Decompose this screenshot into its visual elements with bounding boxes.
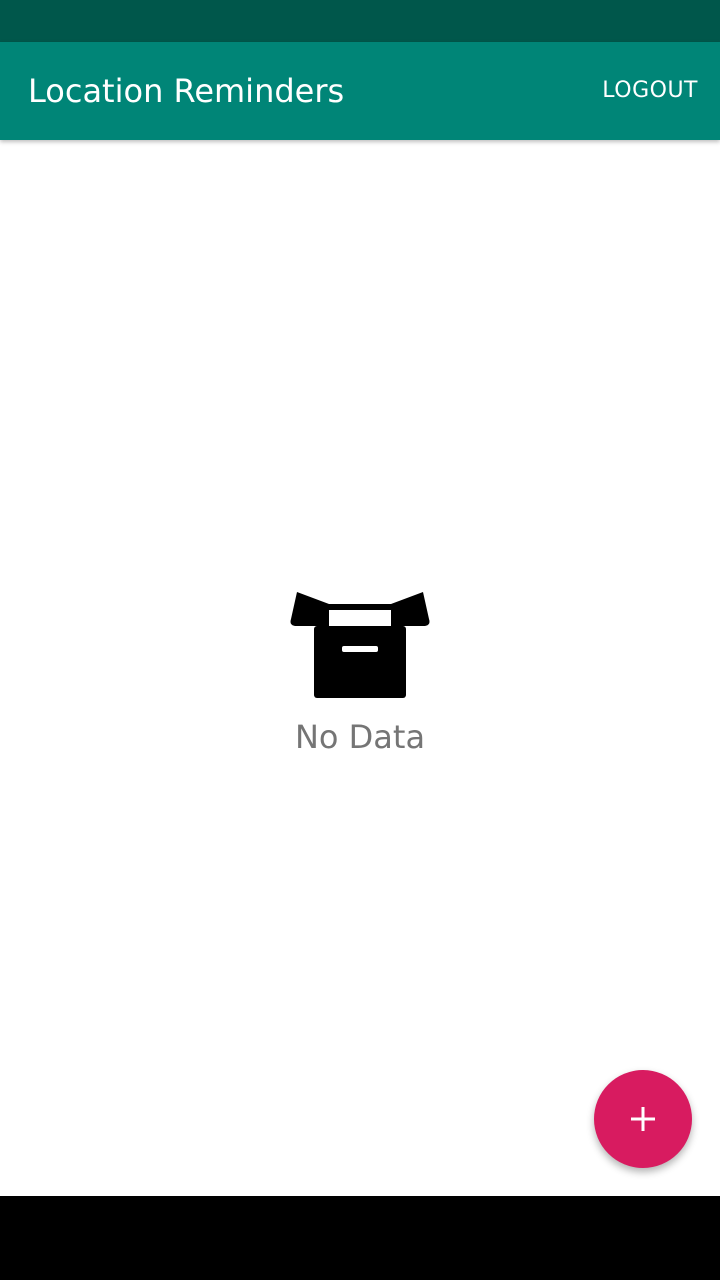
app-title: Location Reminders <box>28 72 345 110</box>
empty-state: No Data <box>0 588 720 756</box>
logout-button[interactable]: LOGOUT <box>602 42 698 140</box>
reminders-list-area: No Data <box>0 140 720 1196</box>
navigation-bar <box>0 1196 720 1280</box>
plus-icon <box>631 1107 655 1131</box>
add-reminder-button[interactable] <box>594 1070 692 1168</box>
app-bar: Location Reminders LOGOUT <box>0 42 720 140</box>
archive-box-icon <box>290 592 430 698</box>
status-bar <box>0 0 720 42</box>
empty-state-text: No Data <box>294 718 426 756</box>
